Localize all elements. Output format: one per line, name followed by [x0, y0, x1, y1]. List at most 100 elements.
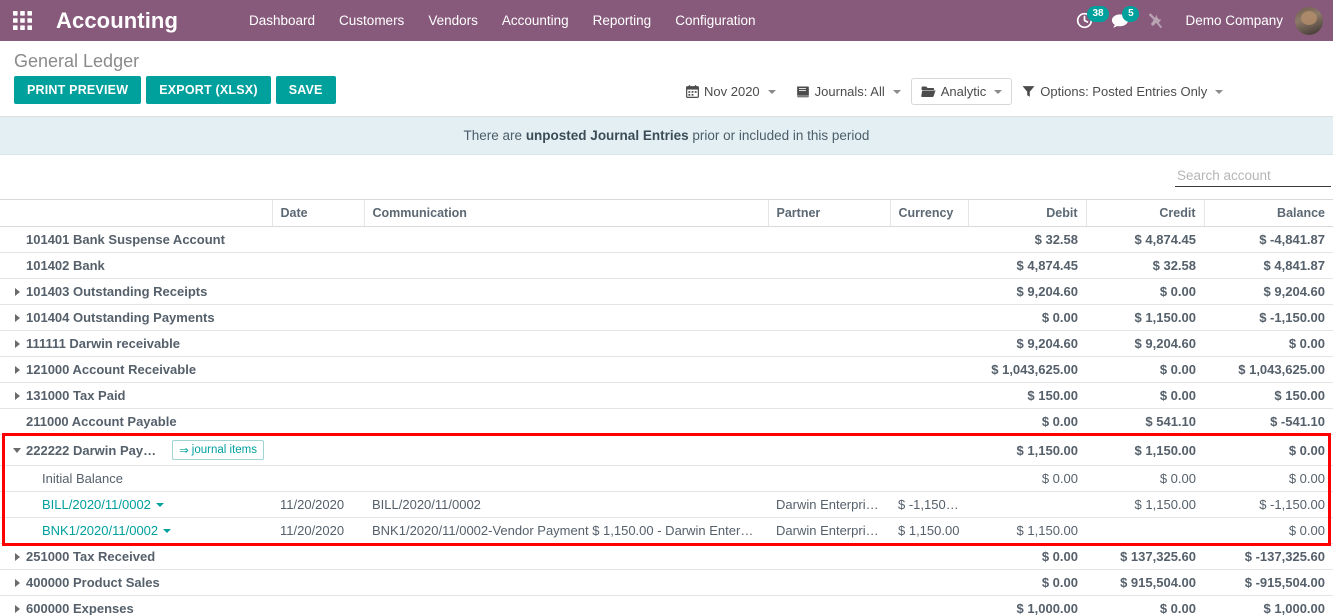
row-date-cell: [272, 382, 364, 409]
menu-item-configuration[interactable]: Configuration: [663, 0, 767, 41]
table-row[interactable]: 101401 Bank Suspense Account $ 32.58 $ 4,8…: [0, 226, 1333, 253]
date-filter-label: Nov 2020: [704, 84, 760, 99]
caret-right-icon[interactable]: [8, 604, 26, 613]
company-switcher[interactable]: Demo Company: [1173, 0, 1295, 41]
caret-right-icon[interactable]: [8, 365, 26, 374]
row-balance-cell: $ 1,043,625.00: [1204, 356, 1333, 383]
row-account-label: 131000 Tax Paid: [26, 388, 126, 403]
table-row[interactable]: 101402 Bank $ 4,874.45 $ 32.58 $ 4,841.87: [0, 252, 1333, 279]
user-avatar[interactable]: [1295, 6, 1323, 35]
table-row[interactable]: BILL/2020/11/0002 11/20/2020 BILL/2020/11/…: [0, 491, 1333, 518]
row-debit-cell: $ 150.00: [968, 382, 1086, 409]
row-currency-cell: [890, 595, 968, 615]
chevron-down-icon: [892, 89, 901, 94]
table-row[interactable]: 251000 Tax Received $ 0.00 $ 137,325.60 $ -…: [0, 543, 1333, 570]
options-filter[interactable]: Options: Posted Entries Only: [1012, 78, 1233, 105]
row-date-cell: [272, 569, 364, 596]
table-row[interactable]: 211000 Account Payable $ 0.00 $ 541.10 $ -5…: [0, 408, 1333, 435]
table-row[interactable]: 131000 Tax Paid $ 150.00 $ 0.00 $ 150.00: [0, 382, 1333, 409]
chevron-down-icon[interactable]: [163, 529, 172, 533]
row-credit-cell: $ 4,874.45: [1086, 226, 1204, 253]
app-brand-title[interactable]: Accounting: [44, 8, 184, 34]
row-date-cell: [272, 595, 364, 615]
caret-right-icon[interactable]: [8, 287, 26, 296]
row-credit-cell: $ 0.00: [1086, 278, 1204, 305]
row-currency-cell: [890, 330, 968, 357]
menu-item-reporting[interactable]: Reporting: [581, 0, 664, 41]
chevron-down-icon[interactable]: [155, 503, 164, 507]
table-row[interactable]: 101403 Outstanding Receipts $ 9,204.60 $ 0…: [0, 278, 1333, 305]
row-account-cell: 131000 Tax Paid: [0, 382, 272, 409]
row-date-cell: [272, 252, 364, 279]
table-row[interactable]: Initial Balance $ 0.00 $ 0.00 $ 0.00: [0, 465, 1333, 492]
row-account-cell: 101403 Outstanding Receipts: [0, 278, 272, 305]
caret-right-icon[interactable]: [8, 578, 26, 587]
row-balance-cell: $ -541.10: [1204, 408, 1333, 435]
caret-right-icon[interactable]: [8, 391, 26, 400]
apps-grid-icon[interactable]: [0, 0, 44, 41]
journal-items-button-label: journal items: [191, 444, 257, 456]
caret-down-icon[interactable]: [8, 447, 26, 453]
caret-right-icon[interactable]: [8, 552, 26, 561]
save-button[interactable]: SAVE: [275, 76, 336, 104]
table-row[interactable]: 600000 Expenses $ 1,000.00 $ 0.00 $ 1,000.0…: [0, 595, 1333, 615]
row-account-label: 222222 Darwin Payable: [26, 442, 163, 458]
analytic-filter[interactable]: Analytic: [910, 78, 1013, 105]
menu-item-customers[interactable]: Customers: [327, 0, 416, 41]
search-input[interactable]: [1175, 167, 1333, 184]
journal-entry-link[interactable]: BILL/2020/11/0002: [42, 497, 151, 512]
date-filter[interactable]: Nov 2020: [676, 78, 786, 105]
wrench-tools-icon: [1149, 13, 1163, 29]
col-account: [0, 199, 272, 227]
caret-right-icon[interactable]: [8, 339, 26, 348]
export-xlsx-button[interactable]: EXPORT (XLSX): [146, 76, 271, 104]
caret-right-icon[interactable]: [8, 313, 26, 322]
row-communication-cell: [364, 330, 768, 357]
row-balance-cell: $ -137,325.60: [1204, 543, 1333, 570]
table-row[interactable]: BNK1/2020/11/0002 11/20/2020 BNK1/2020/11/…: [0, 517, 1333, 544]
activities-menu[interactable]: 38: [1067, 0, 1109, 41]
table-row[interactable]: 121000 Account Receivable $ 1,043,625.00 $…: [0, 356, 1333, 383]
row-communication-cell: [364, 382, 768, 409]
table-row[interactable]: 111111 Darwin receivable $ 9,204.60 $ 9,20…: [0, 330, 1333, 357]
banner-text-bold: unposted Journal Entries: [525, 128, 689, 143]
journal-items-button[interactable]: ⇒ journal items: [172, 440, 264, 460]
menu-item-accounting[interactable]: Accounting: [490, 0, 581, 41]
row-account-cell: 101401 Bank Suspense Account: [0, 226, 272, 253]
journal-entry-link[interactable]: BNK1/2020/11/0002: [42, 523, 158, 538]
row-communication-cell: [364, 226, 768, 253]
table-row[interactable]: 222222 Darwin Payable ⇒ journal items $ 1,1…: [0, 434, 1333, 466]
table-header-row: Date Communication Partner Currency Debi…: [0, 199, 1333, 227]
messages-menu[interactable]: 5: [1102, 0, 1140, 41]
row-credit-cell: $ 9,204.60: [1086, 330, 1204, 357]
row-account-cell: BNK1/2020/11/0002: [0, 517, 272, 544]
row-account-label: 211000 Account Payable: [26, 414, 177, 429]
search-area: [0, 155, 1333, 199]
print-preview-button[interactable]: PRINT PREVIEW: [14, 76, 142, 104]
options-filter-label: Options: Posted Entries Only: [1040, 84, 1208, 99]
row-account-cell: 121000 Account Receivable: [0, 356, 272, 383]
row-account-label: 121000 Account Receivable: [26, 362, 197, 377]
row-communication-cell: [364, 408, 768, 435]
row-partner-cell: Darwin Enterprises: [768, 517, 890, 544]
breadcrumb[interactable]: General Ledger: [0, 41, 1333, 76]
table-row[interactable]: 400000 Product Sales $ 0.00 $ 915,504.00 $ …: [0, 569, 1333, 596]
row-account-label: Initial Balance: [42, 471, 123, 486]
developer-tools-menu[interactable]: [1138, 0, 1173, 41]
row-debit-cell: [968, 491, 1086, 518]
row-partner-cell: [768, 434, 890, 466]
table-row[interactable]: 101404 Outstanding Payments $ 0.00 $ 1,150…: [0, 304, 1333, 331]
row-debit-cell: $ 4,874.45: [968, 252, 1086, 279]
menu-item-vendors[interactable]: Vendors: [416, 0, 490, 41]
row-currency-cell: [890, 356, 968, 383]
general-ledger-table: Date Communication Partner Currency Debi…: [0, 199, 1333, 615]
menu-item-dashboard[interactable]: Dashboard: [237, 0, 327, 41]
row-account-cell: BILL/2020/11/0002: [0, 491, 272, 518]
row-date-cell: [272, 278, 364, 305]
main-menu: Dashboard Customers Vendors Accounting R…: [237, 0, 768, 41]
row-currency-cell: [890, 226, 968, 253]
book-icon: [796, 86, 809, 98]
journals-filter[interactable]: Journals: All: [786, 78, 911, 105]
row-partner-cell: [768, 252, 890, 279]
row-account-label: 101402 Bank: [26, 258, 105, 273]
